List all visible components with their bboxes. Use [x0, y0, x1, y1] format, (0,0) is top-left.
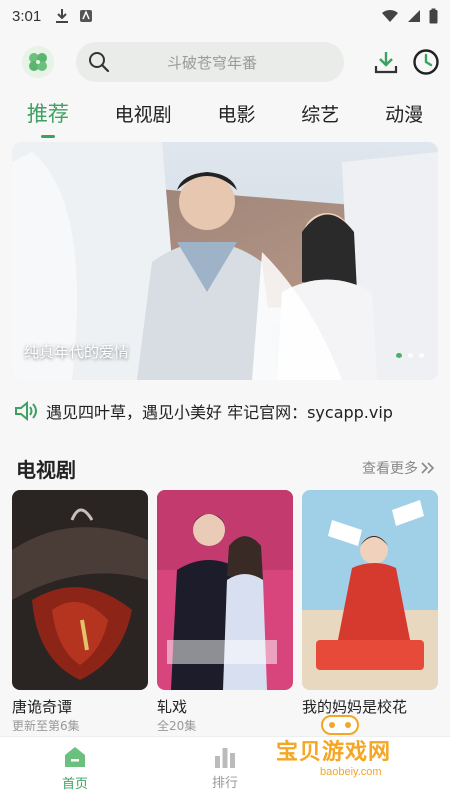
section-header: 电视剧 查看更多: [16, 452, 436, 484]
media-card[interactable]: 轧戏 全20集: [157, 490, 293, 731]
banner-caption: 纯真年代的爱情: [24, 343, 130, 361]
tab-tv-series[interactable]: 电视剧: [109, 98, 178, 129]
card-title: 唐诡奇谭: [12, 698, 73, 716]
media-card[interactable]: 我的妈妈是校花: [302, 490, 438, 730]
clock-icon: [413, 49, 439, 75]
speaker-icon: [15, 400, 37, 422]
tab-label: 综艺: [301, 103, 340, 126]
view-more-link[interactable]: 查看更多: [362, 458, 436, 478]
announcement-text: 遇见四叶草，遇见小美好 牢记官网：sycapp.vip: [46, 403, 393, 422]
view-more-label: 查看更多: [362, 461, 418, 477]
double-chevron-right-icon: [421, 462, 435, 474]
download-button[interactable]: [370, 46, 402, 78]
tab-label: 电视剧: [114, 103, 172, 126]
poster-image: [302, 490, 438, 690]
tab-active-indicator: [40, 135, 55, 138]
battery-icon: [429, 8, 438, 24]
history-button[interactable]: [410, 46, 442, 78]
search-icon: [89, 52, 110, 73]
watermark-url: baobeiy.com: [320, 766, 382, 778]
carousel-dot: [396, 353, 402, 358]
tab-label: 推荐: [26, 102, 69, 126]
media-card[interactable]: 唐诡奇谭 更新至第6集: [12, 490, 148, 731]
status-system-icons: [381, 8, 438, 24]
watermark-text: 宝贝游戏网: [276, 740, 392, 765]
poster-image: [157, 490, 293, 690]
tab-recommend[interactable]: 推荐: [21, 96, 75, 138]
tv-series-list: 唐诡奇谭 更新至第6集 轧戏 全20集 我的妈妈是校花: [12, 490, 438, 731]
nav-home[interactable]: 首页: [0, 737, 150, 800]
carousel-dot: [419, 353, 424, 358]
tab-movies[interactable]: 电影: [211, 98, 261, 129]
download-icon: [374, 52, 398, 74]
app-logo[interactable]: [22, 46, 54, 78]
search-bar[interactable]: 斗破苍穹年番: [76, 42, 344, 82]
announcement-bar[interactable]: 遇见四叶草，遇见小美好 牢记官网：sycapp.vip: [14, 396, 438, 426]
search-placeholder: 斗破苍穹年番: [166, 53, 257, 72]
tab-variety[interactable]: 综艺: [295, 98, 345, 129]
banner-carousel[interactable]: 纯真年代的爱情: [12, 142, 438, 380]
home-icon: [65, 747, 85, 767]
tab-anime[interactable]: 动漫: [379, 98, 429, 129]
nav-label: 首页: [61, 777, 88, 792]
section-title: 电视剧: [16, 457, 76, 482]
watermark: 宝贝游戏网 baobeiy.com: [268, 712, 428, 796]
poster-image: [12, 490, 148, 690]
clover-logo-icon: [29, 53, 47, 71]
download-status-icon: [56, 9, 69, 23]
wifi-icon: [382, 9, 398, 22]
tab-label: 电影: [217, 103, 256, 126]
status-bar: 3:01: [0, 0, 450, 32]
tab-label: 动漫: [385, 103, 424, 126]
ranking-bars-icon: [215, 748, 235, 768]
carousel-indicator: [396, 353, 424, 358]
category-tabs: 推荐 电视剧 电影 综艺 动漫: [0, 92, 450, 138]
app-status-icon: [80, 10, 93, 22]
signal-icon: [408, 10, 420, 22]
status-time: 3:01: [12, 7, 42, 25]
status-notifications: [55, 8, 93, 24]
nav-label: 排行: [211, 776, 238, 791]
top-header: 斗破苍穹年番: [0, 40, 450, 84]
carousel-dot: [408, 353, 413, 358]
card-subtitle: 更新至第6集: [12, 719, 80, 731]
